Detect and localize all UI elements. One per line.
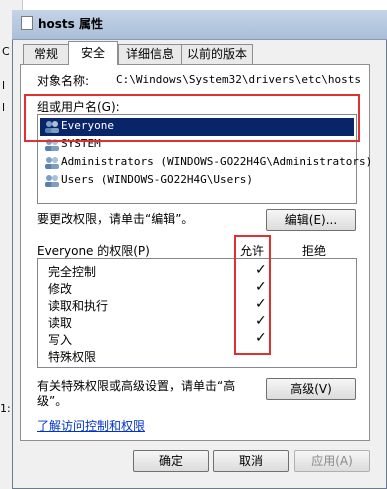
background-text-3: l [2, 101, 6, 114]
users-group-icon [45, 175, 59, 187]
background-text-1: C [2, 45, 10, 58]
tab-details[interactable]: 详细信息 [118, 44, 182, 64]
list-item[interactable]: Users (WINDOWS-GO22H4G\Users) [40, 172, 354, 190]
list-item[interactable]: Administrators (WINDOWS-GO22H4G\Administ… [40, 154, 372, 172]
object-name-label: 对象名称: [37, 74, 90, 88]
permission-name: 修改 [48, 282, 73, 296]
permission-name: 读取和执行 [48, 299, 109, 313]
users-group-icon [45, 157, 59, 169]
cancel-button[interactable]: 取消 [213, 450, 289, 472]
permission-row: 读取和执行 ✓ [48, 296, 348, 314]
edit-button[interactable]: 编辑(E)... [266, 209, 356, 231]
apply-button[interactable]: 应用(A) [294, 450, 370, 472]
advanced-hint-line2: 级”。 [37, 394, 68, 408]
highlight-frame-allow [234, 235, 271, 355]
user-name: Users (WINDOWS-GO22H4G\Users) [61, 173, 254, 186]
permission-name: 写入 [48, 333, 73, 347]
permission-row: 完全控制 ✓ [48, 262, 348, 280]
permission-row: 特殊权限 [48, 348, 348, 365]
advanced-button[interactable]: 高级(V) [266, 378, 356, 400]
highlight-frame-users [24, 94, 360, 142]
permission-row: 写入 ✓ [48, 330, 348, 348]
file-icon [21, 16, 33, 30]
tab-security[interactable]: 安全 [68, 41, 118, 65]
permission-row: 读取 ✓ [48, 313, 348, 331]
permissions-list: 完全控制 ✓ 修改 ✓ 读取和执行 ✓ 读取 ✓ 写入 ✓ 特殊权限 [37, 258, 357, 368]
dialog-title: hosts 属性 [38, 17, 103, 31]
tab-previous-versions[interactable]: 以前的版本 [181, 44, 253, 64]
permission-row: 修改 ✓ [48, 279, 348, 297]
permission-name: 特殊权限 [48, 350, 97, 364]
permission-name: 完全控制 [48, 265, 97, 279]
deny-header: 拒绝 [302, 244, 327, 258]
background-text-4: 1: [0, 402, 11, 415]
background-text-2: l [2, 79, 6, 92]
ok-button[interactable]: 确定 [133, 450, 209, 472]
tab-general[interactable]: 常规 [23, 44, 69, 64]
user-name: Administrators (WINDOWS-GO22H4G\Administ… [61, 155, 373, 168]
object-name-value: C:\Windows\System32\drivers\etc\hosts [116, 73, 362, 86]
access-control-link[interactable]: 了解访问控制和权限 [37, 417, 145, 434]
permissions-header: Everyone 的权限(P) [37, 244, 150, 258]
edit-hint: 要更改权限，请单击“编辑”。 [37, 212, 194, 226]
permission-name: 读取 [48, 316, 73, 330]
